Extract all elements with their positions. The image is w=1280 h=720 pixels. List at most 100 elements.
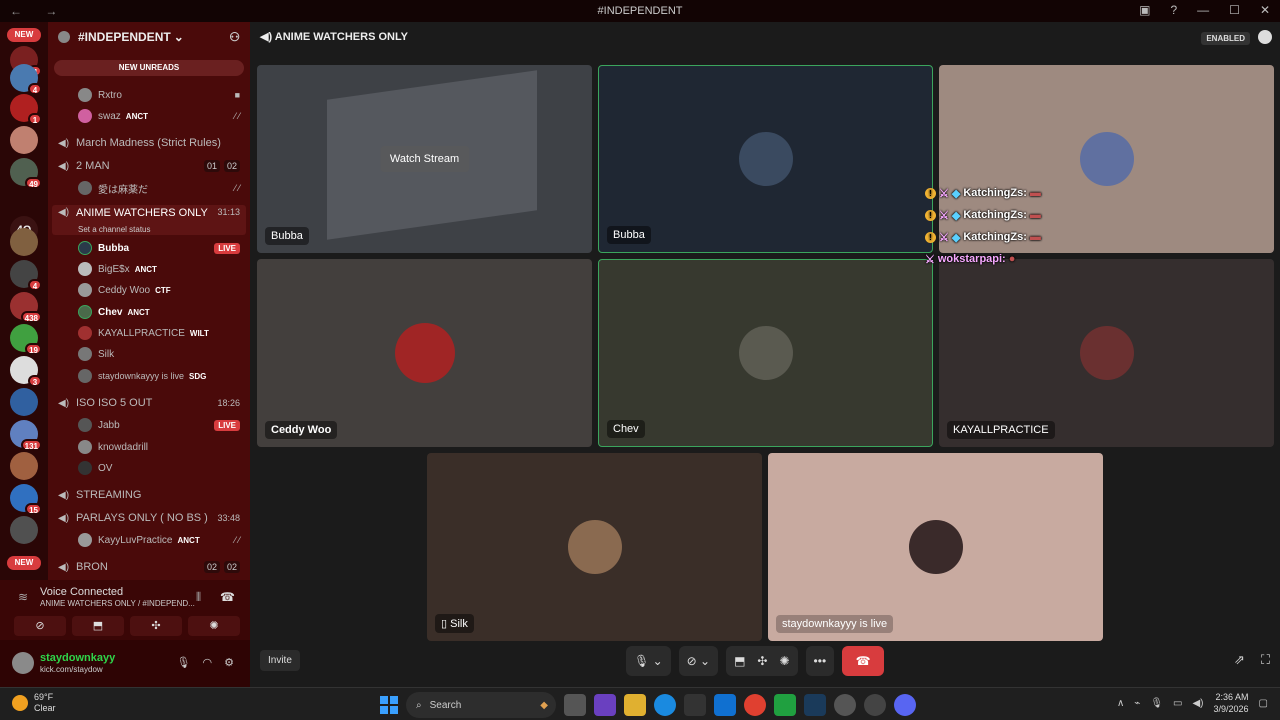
channel-bron[interactable]: ◀) BRON 02 02	[48, 557, 250, 577]
soundboard-icon[interactable]: ✺	[779, 654, 789, 668]
activities-icon[interactable]: ✣	[757, 654, 767, 668]
search-box[interactable]: ⌕ Search ◆	[406, 692, 556, 718]
participant-tile[interactable]: KAYALLPRACTICE	[939, 259, 1274, 447]
server-icon[interactable]	[10, 126, 38, 154]
server-icon[interactable]: 3	[10, 356, 42, 387]
signal-icon[interactable]: ≋	[18, 590, 28, 604]
voice-user[interactable]: Silk	[48, 344, 250, 364]
server-icon[interactable]	[10, 228, 38, 256]
app-icon[interactable]	[834, 694, 856, 716]
maximize-icon[interactable]: ☐	[1229, 3, 1240, 17]
add-member-icon[interactable]: ⚇	[229, 30, 240, 44]
volume-icon[interactable]: ◀)	[1192, 698, 1203, 709]
disconnect-icon[interactable]: ☎	[220, 590, 235, 604]
username[interactable]: staydownkayy	[40, 652, 115, 664]
windows-start-icon[interactable]	[380, 696, 398, 714]
screen-share-icon[interactable]: ⬒	[734, 654, 745, 668]
watch-stream-button[interactable]: Watch Stream	[379, 146, 470, 172]
server-icon[interactable]: 4	[10, 64, 42, 95]
help-icon[interactable]: ?	[1170, 3, 1177, 17]
new-pill-bottom[interactable]: NEW	[7, 556, 41, 570]
notification-icon[interactable]: ▢	[1259, 698, 1268, 709]
server-icon[interactable]: 19	[10, 324, 42, 355]
screen-share-button[interactable]: ⬒	[72, 616, 124, 636]
server-icon[interactable]: 131	[10, 420, 42, 451]
participant-tile[interactable]: staydownkayyy is live	[768, 453, 1103, 641]
channel-march-madness[interactable]: ◀) March Madness (Strict Rules)	[48, 133, 250, 153]
channel-streaming[interactable]: ◀) STREAMING	[48, 485, 250, 505]
mail-icon[interactable]	[714, 694, 736, 716]
voice-user[interactable]: Ceddy Woo CTF	[48, 280, 250, 300]
edge-icon[interactable]	[654, 694, 676, 716]
close-icon[interactable]: ✕	[1260, 3, 1270, 17]
server-icon[interactable]	[10, 516, 38, 544]
voice-user[interactable]: Jabb LIVE	[48, 415, 250, 435]
voice-user[interactable]: OV	[48, 458, 250, 478]
voice-user[interactable]: knowdadrill	[48, 437, 250, 457]
stream-tile[interactable]: Watch Stream Bubba	[257, 65, 592, 253]
avatar[interactable]	[12, 652, 34, 674]
voice-user[interactable]: swaz ANCT ⁄ ⁄	[48, 106, 250, 126]
disconnect-button[interactable]: ☎	[842, 646, 885, 676]
more-options-button[interactable]: •••	[805, 646, 835, 676]
participant-tile[interactable]: Ceddy Woo	[257, 259, 592, 447]
network-icon[interactable]: ⌁	[1134, 698, 1140, 709]
noise-suppression-icon[interactable]: ⫴	[196, 590, 201, 605]
app-icon[interactable]	[864, 694, 886, 716]
mic-icon[interactable]: 🎙	[177, 656, 191, 669]
enabled-badge[interactable]: ENABLED	[1201, 32, 1250, 45]
new-unreads-pill[interactable]: NEW UNREADS	[54, 60, 244, 76]
voice-user[interactable]: Chev ANCT	[48, 302, 250, 322]
voice-user[interactable]: 愛は麻薬だ ⁄ ⁄	[48, 178, 250, 198]
participant-tile[interactable]: Chev	[598, 259, 933, 447]
weather-widget[interactable]: 69°F Clear	[12, 692, 56, 714]
minimize-icon[interactable]: —	[1197, 3, 1209, 17]
channel-status[interactable]: Set a channel status	[78, 225, 151, 234]
task-view-icon[interactable]	[564, 694, 586, 716]
voice-user[interactable]: KAYALLPRACTICE WILT	[48, 323, 250, 343]
clock[interactable]: 2:36 AM 3/9/2026	[1214, 691, 1249, 715]
mic-toggle-button[interactable]: 🎙 ⌄	[626, 646, 671, 676]
voice-user[interactable]: staydownkayyy is live SDG	[48, 366, 250, 386]
file-explorer-icon[interactable]	[624, 694, 646, 716]
server-icon[interactable]: 15	[10, 484, 42, 515]
guild-header[interactable]: #INDEPENDENT ⌄ ⚇	[48, 22, 250, 52]
channel-iso-iso-5-out[interactable]: ◀) ISO ISO 5 OUT 18:26	[48, 393, 250, 413]
discord-icon[interactable]	[894, 694, 916, 716]
soundboard-button[interactable]: ✺	[188, 616, 240, 636]
chat-icon[interactable]	[1258, 30, 1272, 44]
headphones-icon[interactable]: ◠	[203, 656, 213, 669]
server-icon[interactable]: 49	[10, 158, 42, 189]
channel-2-man[interactable]: ◀) 2 MAN 01 02	[48, 156, 250, 176]
voice-user[interactable]: Bubba LIVE	[48, 238, 250, 258]
voice-status-channel[interactable]: ANIME WATCHERS ONLY / #INDEPEND...	[40, 599, 195, 608]
voice-user[interactable]: KayyLuvPractice ANCT ⁄ ⁄	[48, 530, 250, 550]
inbox-icon[interactable]: ▣	[1139, 3, 1150, 17]
display-icon[interactable]: ▭	[1173, 698, 1182, 709]
server-icon[interactable]	[10, 452, 38, 480]
server-icon[interactable]: 438	[10, 292, 42, 323]
channel-parlays-only[interactable]: ◀) PARLAYS ONLY ( NO BS ) 33:48	[48, 508, 250, 528]
mic-icon[interactable]: 🎙	[1150, 698, 1163, 709]
copilot-icon[interactable]	[594, 694, 616, 716]
gear-icon[interactable]: ⚙	[224, 656, 234, 669]
app-icon[interactable]	[774, 694, 796, 716]
server-icon[interactable]: 1	[10, 94, 42, 125]
invite-button[interactable]: Invite	[260, 650, 300, 671]
chevron-up-icon[interactable]: ∧	[1117, 698, 1124, 709]
popout-icon[interactable]: ⇗	[1234, 652, 1245, 668]
participant-tile[interactable]: Bubba	[598, 65, 933, 253]
activities-button[interactable]: ✣	[130, 616, 182, 636]
camera-toggle-button[interactable]: ⊘	[14, 616, 66, 636]
store-icon[interactable]	[684, 694, 706, 716]
steam-icon[interactable]	[804, 694, 826, 716]
voice-user[interactable]: BigE$x ANCT	[48, 259, 250, 279]
server-icon[interactable]: 4	[10, 260, 42, 291]
new-pill-top[interactable]: NEW	[7, 28, 41, 42]
participant-tile[interactable]: ▯ Silk	[427, 453, 762, 641]
chrome-icon[interactable]	[744, 694, 766, 716]
server-icon[interactable]	[10, 388, 38, 416]
fullscreen-icon[interactable]: ⛶	[1261, 652, 1270, 668]
voice-user[interactable]: Rxtro ■	[48, 85, 250, 105]
camera-toggle-button[interactable]: ⊘ ⌄	[678, 646, 719, 676]
